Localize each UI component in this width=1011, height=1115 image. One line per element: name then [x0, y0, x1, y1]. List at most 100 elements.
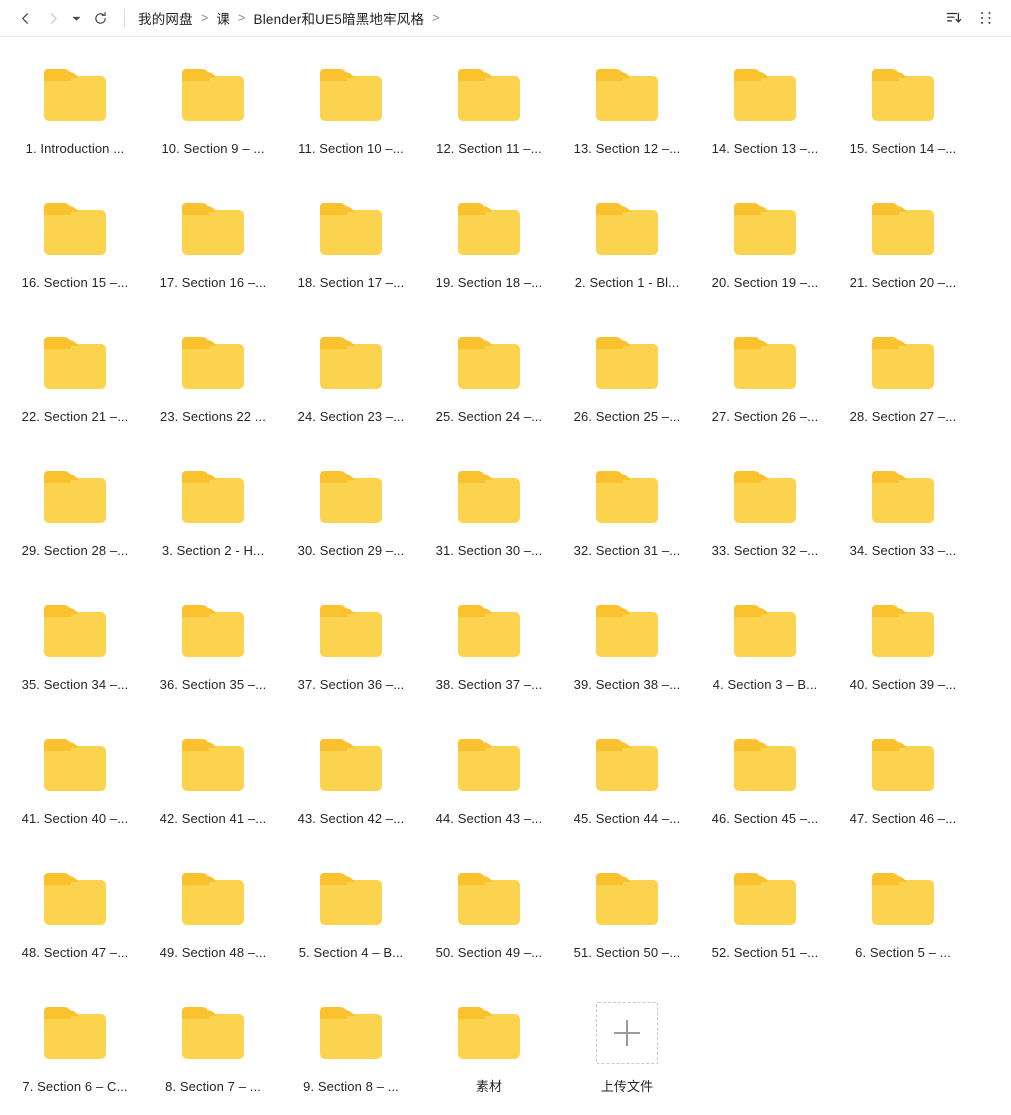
folder-tab	[44, 337, 71, 349]
folder-item[interactable]: 26. Section 25 –...	[558, 326, 696, 460]
folder-icon	[729, 734, 801, 796]
folder-item[interactable]: 35. Section 34 –...	[6, 594, 144, 728]
folder-item[interactable]: 34. Section 33 –...	[834, 460, 972, 594]
folder-glyph	[596, 337, 658, 389]
folder-icon	[315, 868, 387, 930]
folder-item[interactable]: 17. Section 16 –...	[144, 192, 282, 326]
folder-item[interactable]: 27. Section 26 –...	[696, 326, 834, 460]
folder-notch	[894, 876, 906, 882]
folder-item[interactable]: 40. Section 39 –...	[834, 594, 972, 728]
folder-item[interactable]: 7. Section 6 – C...	[6, 996, 144, 1115]
folder-item[interactable]: 18. Section 17 –...	[282, 192, 420, 326]
breadcrumb-item-root[interactable]: 我的网盘	[138, 8, 193, 28]
upload-tile[interactable]: 上传文件	[558, 996, 696, 1115]
folder-item[interactable]: 12. Section 11 –...	[420, 58, 558, 192]
folder-item[interactable]: 9. Section 8 – ...	[282, 996, 420, 1115]
item-label: 上传文件	[601, 1079, 653, 1095]
folder-item[interactable]: 52. Section 51 –...	[696, 862, 834, 996]
view-toggle-button[interactable]	[975, 7, 997, 29]
folder-item[interactable]: 19. Section 18 –...	[420, 192, 558, 326]
folder-icon	[315, 332, 387, 394]
refresh-button[interactable]	[87, 5, 113, 31]
folder-item[interactable]: 47. Section 46 –...	[834, 728, 972, 862]
folder-item[interactable]: 37. Section 36 –...	[282, 594, 420, 728]
folder-item[interactable]: 50. Section 49 –...	[420, 862, 558, 996]
folder-item[interactable]: 36. Section 35 –...	[144, 594, 282, 728]
folder-body	[44, 880, 106, 925]
folder-item[interactable]: 33. Section 32 –...	[696, 460, 834, 594]
folder-item[interactable]: 29. Section 28 –...	[6, 460, 144, 594]
folder-item[interactable]: 43. Section 42 –...	[282, 728, 420, 862]
folder-body	[458, 612, 520, 657]
upload-box[interactable]	[596, 1002, 658, 1064]
folder-item[interactable]: 13. Section 12 –...	[558, 58, 696, 192]
folder-notch	[894, 608, 906, 614]
folder-icon	[315, 1002, 387, 1064]
folder-item[interactable]: 6. Section 5 – ...	[834, 862, 972, 996]
folder-item[interactable]: 28. Section 27 –...	[834, 326, 972, 460]
folder-item[interactable]: 41. Section 40 –...	[6, 728, 144, 862]
item-label: 43. Section 42 –...	[298, 811, 405, 827]
item-label: 34. Section 33 –...	[850, 543, 957, 559]
folder-tab	[182, 337, 209, 349]
folder-glyph	[182, 471, 244, 523]
folder-icon	[453, 868, 525, 930]
folder-glyph	[872, 739, 934, 791]
folder-item[interactable]: 1. Introduction ...	[6, 58, 144, 192]
folder-item[interactable]: 14. Section 13 –...	[696, 58, 834, 192]
folder-body	[458, 76, 520, 121]
folder-body	[44, 1014, 106, 1059]
folder-item[interactable]: 2. Section 1 - Bl...	[558, 192, 696, 326]
breadcrumb-item-course[interactable]: 课	[216, 8, 230, 28]
folder-item[interactable]: 11. Section 10 –...	[282, 58, 420, 192]
history-dropdown-button[interactable]	[68, 5, 84, 31]
folder-tab	[320, 203, 347, 215]
folder-item[interactable]: 49. Section 48 –...	[144, 862, 282, 996]
folder-item[interactable]: 51. Section 50 –...	[558, 862, 696, 996]
folder-glyph	[44, 1007, 106, 1059]
folder-item[interactable]: 42. Section 41 –...	[144, 728, 282, 862]
folder-item[interactable]: 38. Section 37 –...	[420, 594, 558, 728]
folder-item[interactable]: 31. Section 30 –...	[420, 460, 558, 594]
folder-item[interactable]: 23. Sections 22 ...	[144, 326, 282, 460]
folder-item[interactable]: 22. Section 21 –...	[6, 326, 144, 460]
folder-glyph	[596, 605, 658, 657]
folder-icon	[729, 600, 801, 662]
folder-item[interactable]: 25. Section 24 –...	[420, 326, 558, 460]
folder-item[interactable]: 21. Section 20 –...	[834, 192, 972, 326]
folder-item[interactable]: 4. Section 3 – B...	[696, 594, 834, 728]
back-button[interactable]	[12, 5, 38, 31]
folder-tab	[872, 69, 899, 81]
folder-body	[458, 880, 520, 925]
folder-tab	[596, 739, 623, 751]
folder-notch	[342, 1010, 354, 1016]
folder-icon	[867, 198, 939, 260]
folder-item[interactable]: 24. Section 23 –...	[282, 326, 420, 460]
folder-item[interactable]: 39. Section 38 –...	[558, 594, 696, 728]
folder-item[interactable]: 45. Section 44 –...	[558, 728, 696, 862]
sort-button[interactable]	[943, 7, 965, 29]
folder-icon	[729, 198, 801, 260]
folder-item[interactable]: 46. Section 45 –...	[696, 728, 834, 862]
folder-notch	[756, 474, 768, 480]
forward-button[interactable]	[40, 5, 66, 31]
folder-glyph	[734, 739, 796, 791]
folder-item[interactable]: 5. Section 4 – B...	[282, 862, 420, 996]
folder-body	[320, 478, 382, 523]
folder-tab	[320, 739, 347, 751]
folder-item[interactable]: 20. Section 19 –...	[696, 192, 834, 326]
folder-item[interactable]: 10. Section 9 – ...	[144, 58, 282, 192]
folder-icon	[867, 600, 939, 662]
folder-item[interactable]: 16. Section 15 –...	[6, 192, 144, 326]
folder-item[interactable]: 8. Section 7 – ...	[144, 996, 282, 1115]
folder-body	[458, 746, 520, 791]
folder-item[interactable]: 3. Section 2 - H...	[144, 460, 282, 594]
folder-item[interactable]: 15. Section 14 –...	[834, 58, 972, 192]
folder-icon	[453, 466, 525, 528]
folder-item[interactable]: 32. Section 31 –...	[558, 460, 696, 594]
folder-item[interactable]: 48. Section 47 –...	[6, 862, 144, 996]
folder-item[interactable]: 44. Section 43 –...	[420, 728, 558, 862]
breadcrumb-item-current[interactable]: Blender和UE5暗黑地牢风格	[254, 8, 425, 28]
folder-item[interactable]: 素材	[420, 996, 558, 1115]
folder-item[interactable]: 30. Section 29 –...	[282, 460, 420, 594]
